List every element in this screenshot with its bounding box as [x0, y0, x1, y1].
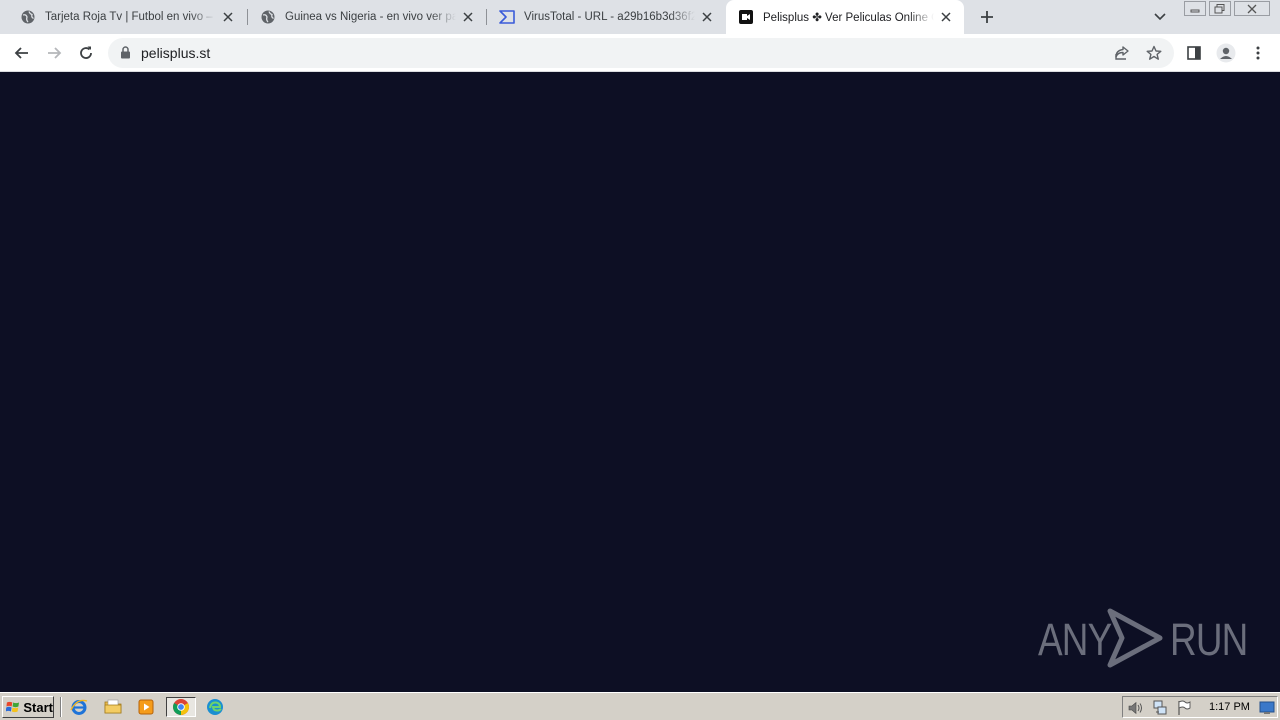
show-desktop-icon[interactable] — [1259, 700, 1275, 716]
taskbar-separator — [60, 697, 62, 717]
taskbar-clock[interactable]: 1:17 PM — [1209, 701, 1250, 713]
close-icon[interactable] — [699, 9, 715, 25]
tab-title: Guinea vs Nigeria - en vivo ver partido — [285, 11, 456, 23]
close-icon[interactable] — [460, 9, 476, 25]
avatar-icon — [1216, 43, 1236, 63]
tab-virustotal[interactable]: VirusTotal - URL - a29b16b3d36f2dc2 — [487, 0, 725, 34]
new-tab-button[interactable] — [976, 6, 998, 28]
browser-toolbar: pelisplus.st — [0, 34, 1280, 72]
reload-button[interactable] — [73, 40, 99, 66]
tab-pelisplus[interactable]: Pelisplus ✤ Ver Peliculas Online Gratis — [726, 0, 964, 34]
tab-tarjeta-roja[interactable]: Tarjeta Roja Tv | Futbol en vivo – Pirlo — [8, 0, 246, 34]
profile-button[interactable] — [1213, 40, 1239, 66]
close-icon — [1247, 4, 1257, 13]
tab-strip: Tarjeta Roja Tv | Futbol en vivo – Pirlo… — [0, 0, 1280, 34]
menu-button[interactable] — [1245, 40, 1271, 66]
watermark-right: RUN — [1170, 614, 1248, 665]
globe-icon — [20, 9, 36, 25]
side-panel-button[interactable] — [1181, 40, 1207, 66]
close-icon[interactable] — [938, 9, 954, 25]
flag-icon[interactable] — [1176, 700, 1192, 716]
kebab-menu-icon — [1256, 46, 1260, 60]
back-button[interactable] — [9, 40, 35, 66]
tab-guinea-nigeria[interactable]: Guinea vs Nigeria - en vivo ver partido — [248, 0, 486, 34]
reload-icon — [80, 46, 92, 59]
star-icon — [1146, 45, 1162, 60]
minimize-icon — [1190, 9, 1200, 12]
start-label: Start — [23, 699, 53, 715]
address-bar[interactable]: pelisplus.st — [108, 38, 1174, 68]
media-player-icon[interactable] — [135, 697, 157, 717]
play-logo-icon — [1106, 607, 1164, 672]
folder-icon[interactable] — [102, 697, 124, 717]
arrow-right-icon — [48, 47, 62, 59]
restore-icon — [1214, 3, 1225, 13]
ie-icon[interactable] — [68, 697, 90, 717]
arrow-left-icon — [14, 47, 28, 59]
close-icon[interactable] — [220, 9, 236, 25]
close-window-button[interactable] — [1234, 1, 1270, 16]
watermark-left: ANY — [1038, 614, 1112, 665]
tab-title: Tarjeta Roja Tv | Futbol en vivo – Pirlo — [45, 11, 216, 23]
network-icon[interactable] — [1152, 700, 1168, 716]
pelisplus-icon — [738, 9, 754, 25]
edge-icon[interactable] — [204, 697, 226, 717]
share-icon — [1115, 46, 1129, 60]
side-panel-icon — [1187, 46, 1201, 60]
chevron-down-icon — [1154, 13, 1166, 21]
system-tray: 1:17 PM — [1122, 696, 1278, 718]
anyrun-watermark: ANY RUN — [1038, 607, 1265, 672]
virustotal-icon — [499, 9, 515, 25]
tab-title: VirusTotal - URL - a29b16b3d36f2dc2 — [524, 11, 695, 23]
tab-search-button[interactable] — [1151, 8, 1169, 26]
globe-icon — [260, 9, 276, 25]
page-content: ANY RUN — [0, 72, 1280, 692]
minimize-button[interactable] — [1184, 1, 1206, 16]
forward-button[interactable] — [41, 40, 67, 66]
windows-logo-icon — [6, 701, 20, 713]
tab-title: Pelisplus ✤ Ver Peliculas Online Gratis — [763, 12, 934, 24]
url-text[interactable]: pelisplus.st — [141, 45, 210, 61]
lock-icon[interactable] — [120, 46, 131, 62]
chrome-icon[interactable] — [166, 697, 196, 717]
restore-button[interactable] — [1209, 1, 1231, 16]
bookmark-button[interactable] — [1144, 44, 1164, 62]
share-button[interactable] — [1112, 44, 1132, 62]
speaker-icon[interactable] — [1128, 700, 1144, 716]
plus-icon — [981, 11, 993, 23]
start-button[interactable]: Start — [2, 696, 54, 718]
taskbar: Start 1:17 PM — [0, 692, 1280, 720]
